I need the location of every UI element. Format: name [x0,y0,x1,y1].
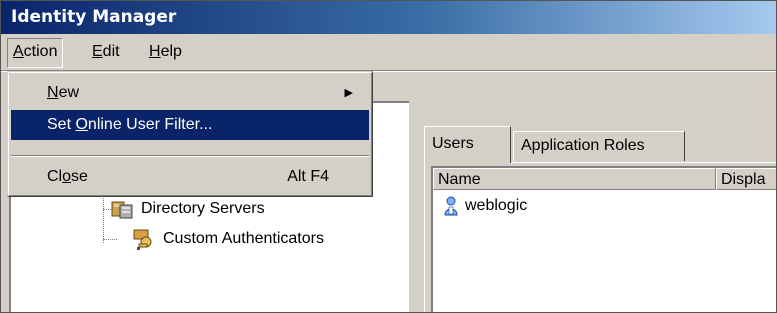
menu-action[interactable]: Action [7,38,64,68]
menu-item-shortcut: Alt F4 [287,168,329,185]
menu-action-mnemonic: A [13,43,24,60]
list-item-label: weblogic [465,197,528,214]
menu-separator [11,155,369,157]
action-dropdown-menu: New ▶ Set Online User Filter... Close Al… [7,71,373,197]
menu-help-label: elp [160,43,182,60]
tree-connector [103,193,104,243]
menu-item-mnemonic: o [62,168,72,185]
tree-item-label: Custom Authenticators [163,230,324,247]
tab-label: Users [432,135,474,152]
menu-item-label-prefix: Set [47,116,76,133]
custom-authenticators-icon [133,229,155,250]
directory-servers-icon [111,199,133,219]
users-list[interactable]: Name Displa weblogic [431,166,776,312]
column-header-display[interactable]: Displa [716,168,776,190]
user-icon [443,196,459,224]
window-title: Identity Manager [11,7,177,27]
menu-item-set-online-user-filter[interactable]: Set Online User Filter... [11,110,369,140]
tab-label: Application Roles [521,137,645,154]
menu-help[interactable]: Help [144,38,187,66]
menu-edit[interactable]: Edit [87,38,125,66]
menu-item-label-prefix: Cl [47,168,63,185]
menu-action-label: ction [23,43,58,60]
app-window: Identity Manager Action Edit Help Direct… [0,0,777,313]
column-header-name[interactable]: Name [433,168,716,190]
tab-application-roles[interactable]: Application Roles [513,131,685,161]
menu-item-label: se [71,168,88,185]
menu-item-mnemonic: O [75,116,88,133]
title-bar[interactable]: Identity Manager [1,1,776,34]
menu-help-mnemonic: H [149,43,161,60]
tree-connector [103,239,117,240]
menu-item-new[interactable]: New ▶ [11,78,369,108]
menu-bar: Action Edit Help [1,34,776,70]
column-header-label: Displa [721,171,766,188]
menu-item-mnemonic: N [47,84,59,101]
submenu-arrow-icon: ▶ [344,87,353,99]
menu-item-label: nline User Filter... [87,116,213,133]
tab-users[interactable]: Users [424,126,511,163]
menu-item-label: ew [58,84,80,101]
tree-item-label: Directory Servers [141,200,265,217]
menu-edit-label: dit [102,43,120,60]
menu-edit-mnemonic: E [92,43,103,60]
menu-item-close[interactable]: Close Alt F4 [11,162,369,192]
column-header-label: Name [438,171,481,188]
pane-splitter[interactable] [409,72,423,312]
